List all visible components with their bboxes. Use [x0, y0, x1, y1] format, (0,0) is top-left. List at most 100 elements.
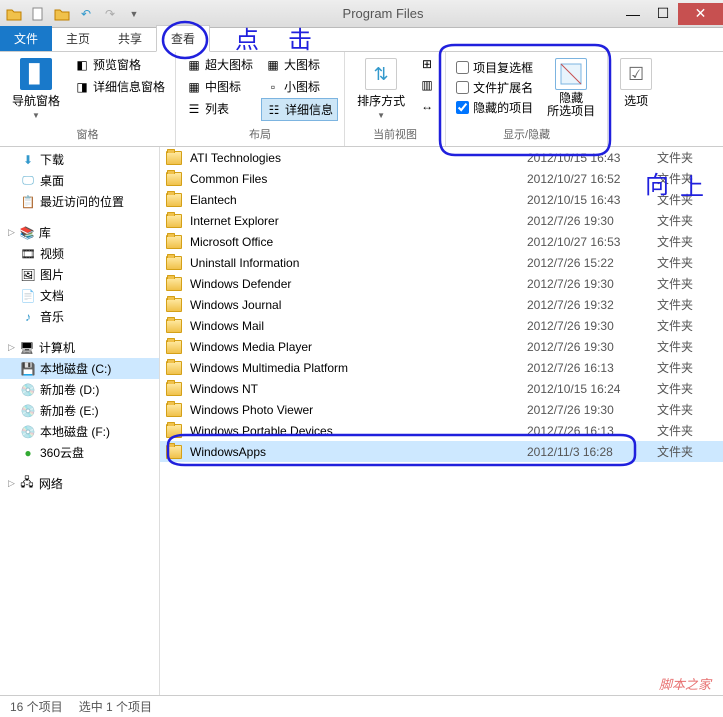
file-date: 2012/7/26 19:30: [527, 277, 657, 291]
small-icons-button[interactable]: ▫小图标: [261, 76, 338, 97]
chevron-down-icon[interactable]: ▼: [124, 4, 144, 24]
tab-home[interactable]: 主页: [52, 26, 104, 51]
file-name: Common Files: [186, 172, 527, 186]
file-row[interactable]: Windows NT2012/10/15 16:24文件夹: [160, 378, 723, 399]
file-list[interactable]: ATI Technologies2012/10/15 16:43文件夹Commo…: [160, 147, 723, 695]
file-row[interactable]: Elantech2012/10/15 16:43文件夹: [160, 189, 723, 210]
file-row[interactable]: Windows Photo Viewer2012/7/26 19:30文件夹: [160, 399, 723, 420]
file-row[interactable]: Windows Journal2012/7/26 19:32文件夹: [160, 294, 723, 315]
grouping-button[interactable]: ⊞: [415, 54, 439, 74]
folder-icon[interactable]: [52, 4, 72, 24]
document-icon: 📄: [20, 288, 36, 304]
item-checkboxes-toggle[interactable]: 项目复选框: [452, 58, 537, 77]
list-button[interactable]: ☰列表: [182, 98, 257, 119]
folder-icon: [166, 151, 186, 165]
tree-computer[interactable]: ▷🖥计算机: [0, 337, 159, 358]
file-name: ATI Technologies: [186, 151, 527, 165]
tree-libraries[interactable]: ▷📚库: [0, 222, 159, 243]
file-type: 文件夹: [657, 380, 717, 397]
maximize-button[interactable]: ☐: [648, 3, 678, 25]
file-date: 2012/7/26 19:30: [527, 340, 657, 354]
list-icon: ☰: [186, 101, 202, 117]
network-icon: 🖧: [19, 476, 35, 492]
medium-icon: ▦: [186, 79, 202, 95]
file-icon[interactable]: [28, 4, 48, 24]
disk-icon: 💿: [20, 382, 36, 398]
item-count: 16 个项目: [10, 698, 63, 715]
file-type: 文件夹: [657, 170, 717, 187]
tree-disk-f[interactable]: 💿本地磁盘 (F:): [0, 421, 159, 442]
group-options: ☑ 选项: [608, 52, 664, 146]
file-row[interactable]: Windows Mail2012/7/26 19:30文件夹: [160, 315, 723, 336]
folder-icon: [166, 361, 186, 375]
file-row[interactable]: Windows Portable Devices2012/7/26 16:13文…: [160, 420, 723, 441]
file-extensions-toggle[interactable]: 文件扩展名: [452, 78, 537, 97]
tree-pictures[interactable]: 🖼图片: [0, 264, 159, 285]
file-row[interactable]: Uninstall Information2012/7/26 15:22文件夹: [160, 252, 723, 273]
details-icon: ◨: [74, 79, 90, 95]
detail-pane-button[interactable]: ◨详细信息窗格: [70, 76, 169, 97]
minimize-button[interactable]: —: [618, 3, 648, 25]
folder-icon: [166, 445, 186, 459]
tree-disk-e[interactable]: 💿新加卷 (E:): [0, 400, 159, 421]
tree-cloud[interactable]: ●360云盘: [0, 442, 159, 463]
tree-documents[interactable]: 📄文档: [0, 285, 159, 306]
nav-tree[interactable]: ⬇下载 🖵桌面 📋最近访问的位置 ▷📚库 🎞视频 🖼图片 📄文档 ♪音乐 ▷🖥计…: [0, 147, 160, 695]
preview-pane-button[interactable]: ◧预览窗格: [70, 54, 169, 75]
recent-icon: 📋: [20, 194, 36, 210]
preview-icon: ◧: [74, 57, 90, 73]
tree-downloads[interactable]: ⬇下载: [0, 149, 159, 170]
window-title: Program Files: [148, 6, 618, 21]
file-row[interactable]: Common Files2012/10/27 16:52文件夹: [160, 168, 723, 189]
file-row[interactable]: Microsoft Office2012/10/27 16:53文件夹: [160, 231, 723, 252]
details-button[interactable]: ☷详细信息: [261, 98, 338, 121]
large-icon: ▦: [265, 57, 281, 73]
undo-icon[interactable]: ↶: [76, 4, 96, 24]
columns-button[interactable]: ▥: [415, 75, 439, 95]
sort-icon: ⇅: [365, 58, 397, 90]
tab-share[interactable]: 共享: [104, 26, 156, 51]
statusbar: 16 个项目 选中 1 个项目: [0, 695, 723, 717]
redo-icon[interactable]: ↷: [100, 4, 120, 24]
file-date: 2012/7/26 19:32: [527, 298, 657, 312]
file-date: 2012/11/3 16:28: [527, 445, 657, 459]
file-name: Internet Explorer: [186, 214, 527, 228]
computer-icon: 🖥: [19, 340, 35, 356]
file-row[interactable]: Windows Multimedia Platform2012/7/26 16:…: [160, 357, 723, 378]
file-row[interactable]: ATI Technologies2012/10/15 16:43文件夹: [160, 147, 723, 168]
tree-desktop[interactable]: 🖵桌面: [0, 170, 159, 191]
tree-recent[interactable]: 📋最近访问的位置: [0, 191, 159, 212]
medium-icons-button[interactable]: ▦中图标: [182, 76, 257, 97]
file-row[interactable]: Windows Defender2012/7/26 19:30文件夹: [160, 273, 723, 294]
content-area: ⬇下载 🖵桌面 📋最近访问的位置 ▷📚库 🎞视频 🖼图片 📄文档 ♪音乐 ▷🖥计…: [0, 147, 723, 695]
titlebar: ↶ ↷ ▼ Program Files — ☐ ✕: [0, 0, 723, 28]
tab-view[interactable]: 查看: [156, 25, 210, 52]
hide-selected-button[interactable]: 隐藏 所选项目: [541, 54, 601, 122]
tab-file[interactable]: 文件: [0, 26, 52, 51]
file-name: Windows Journal: [186, 298, 527, 312]
tree-disk-d[interactable]: 💿新加卷 (D:): [0, 379, 159, 400]
folder-icon: [166, 193, 186, 207]
chevron-down-icon: ▼: [377, 111, 385, 120]
large-icons-button[interactable]: ▦大图标: [261, 54, 338, 75]
options-button[interactable]: ☑ 选项: [614, 54, 658, 113]
hidden-items-toggle[interactable]: 隐藏的项目: [452, 98, 537, 117]
tree-disk-c[interactable]: 💾本地磁盘 (C:): [0, 358, 159, 379]
file-type: 文件夹: [657, 401, 717, 418]
folder-icon[interactable]: [4, 4, 24, 24]
file-name: WindowsApps: [186, 445, 527, 459]
tree-videos[interactable]: 🎞视频: [0, 243, 159, 264]
file-name: Windows NT: [186, 382, 527, 396]
file-row[interactable]: Windows Media Player2012/7/26 19:30文件夹: [160, 336, 723, 357]
file-row[interactable]: WindowsApps2012/11/3 16:28文件夹: [160, 441, 723, 462]
fit-columns-button[interactable]: ↔: [415, 96, 439, 116]
file-name: Windows Multimedia Platform: [186, 361, 527, 375]
tree-music[interactable]: ♪音乐: [0, 306, 159, 327]
sort-button[interactable]: ⇅ 排序方式 ▼: [351, 54, 411, 124]
close-button[interactable]: ✕: [678, 3, 723, 25]
file-name: Microsoft Office: [186, 235, 527, 249]
nav-pane-button[interactable]: ▊ 导航窗格 ▼: [6, 54, 66, 124]
file-row[interactable]: Internet Explorer2012/7/26 19:30文件夹: [160, 210, 723, 231]
tree-network[interactable]: ▷🖧网络: [0, 473, 159, 494]
xlarge-icons-button[interactable]: ▦超大图标: [182, 54, 257, 75]
